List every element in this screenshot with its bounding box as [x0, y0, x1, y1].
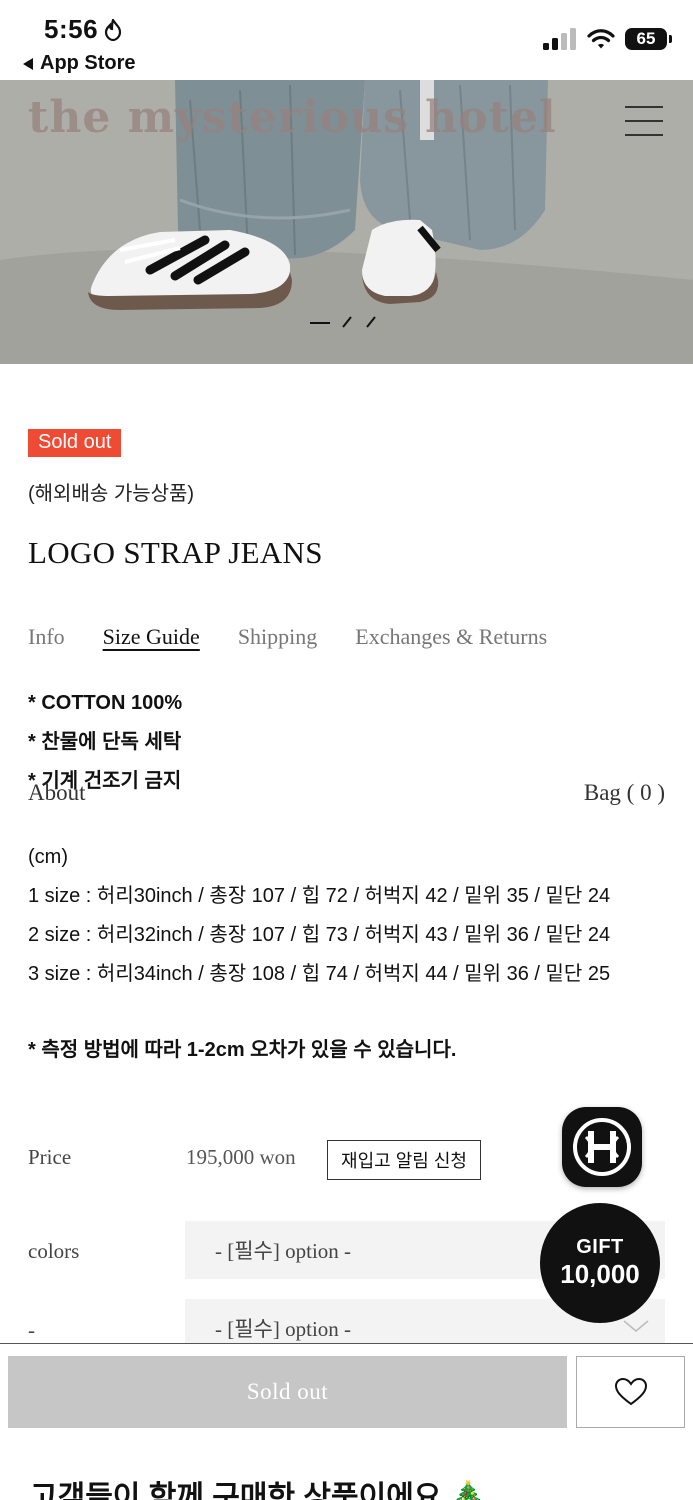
- gift-title: GIFT: [576, 1236, 624, 1258]
- slider-indicator[interactable]: [310, 316, 378, 328]
- size-row: 3 size : 허리34inch / 총장 108 / 힙 74 / 허벅지 …: [28, 963, 611, 985]
- back-label: App Store: [40, 52, 136, 74]
- overlay-nav: About Bag ( 0 ): [28, 780, 665, 806]
- tab-exchanges-returns[interactable]: Exchanges & Returns: [355, 624, 547, 650]
- wifi-icon: [587, 29, 615, 49]
- product-tabs: Info Size Guide Shipping Exchanges & Ret…: [28, 624, 547, 650]
- back-to-app-store[interactable]: App Store: [22, 52, 136, 75]
- tab-size-guide[interactable]: Size Guide: [103, 624, 200, 650]
- back-triangle-icon: [23, 57, 33, 70]
- hero-image[interactable]: the mysterious hotel: [0, 80, 693, 364]
- second-select-value: - [필수] option -: [215, 1317, 352, 1341]
- size-guide-table: (cm) 1 size : 허리30inch / 총장 107 / 힙 72 /…: [28, 838, 610, 994]
- battery-icon: 65: [625, 28, 672, 50]
- hotspot-icon: [104, 18, 122, 41]
- bottom-purchase-bar: Sold out 고객들이 함께 구매한 상품이에요 🎄: [0, 1343, 693, 1500]
- size-unit: (cm): [28, 846, 68, 868]
- brand-logo-icon: [573, 1118, 631, 1176]
- description-line: * COTTON 100%: [28, 692, 183, 714]
- measurement-note: * 측정 방법에 따라 1-2cm 오차가 있을 수 있습니다.: [28, 1039, 457, 1061]
- status-indicators: 65: [543, 28, 672, 50]
- hamburger-icon[interactable]: [625, 106, 663, 136]
- recommendation-heading: 고객들이 함께 구매한 상품이에요 🎄: [30, 1481, 488, 1500]
- heart-icon: [614, 1377, 647, 1406]
- status-time: 5:56: [44, 14, 122, 45]
- tab-info[interactable]: Info: [28, 624, 65, 650]
- battery-level: 65: [636, 29, 656, 48]
- brand-app-button[interactable]: [562, 1107, 642, 1187]
- sold-out-badge: Sold out: [28, 429, 122, 457]
- wishlist-button[interactable]: [576, 1356, 685, 1428]
- sold-out-button[interactable]: Sold out: [8, 1356, 567, 1428]
- colors-select-value: - [필수] option -: [215, 1239, 352, 1263]
- overseas-shipping-note: (해외배송 가능상품): [28, 483, 195, 505]
- brand-logo[interactable]: the mysterious hotel: [28, 92, 557, 143]
- gift-amount: 10,000: [560, 1259, 640, 1289]
- chevron-down-icon: [623, 1320, 649, 1332]
- product-title: LOGO STRAP JEANS: [28, 535, 323, 570]
- status-bar: 5:56 App Store 65: [0, 0, 693, 80]
- tab-shipping[interactable]: Shipping: [238, 624, 317, 650]
- restock-alert-button[interactable]: 재입고 알림 신청: [327, 1140, 481, 1180]
- about-link[interactable]: About: [28, 780, 86, 806]
- second-option-label: -: [28, 1318, 35, 1342]
- slide-dot[interactable]: [364, 316, 378, 328]
- gift-coupon-button[interactable]: GIFT 10,000: [540, 1203, 660, 1323]
- colors-label: colors: [28, 1239, 80, 1263]
- signal-icon: [543, 28, 576, 50]
- size-row: 1 size : 허리30inch / 총장 107 / 힙 72 / 허벅지 …: [28, 885, 611, 907]
- description-line: * 찬물에 단독 세탁: [28, 731, 182, 753]
- price-label: Price: [28, 1145, 72, 1169]
- bag-link[interactable]: Bag ( 0 ): [584, 780, 665, 806]
- slide-dot[interactable]: [340, 316, 354, 328]
- size-row: 2 size : 허리32inch / 총장 107 / 힙 73 / 허벅지 …: [28, 924, 611, 946]
- slide-dot-active[interactable]: [310, 317, 330, 327]
- time-text: 5:56: [44, 14, 99, 44]
- price-value: 195,000 won: [186, 1145, 296, 1169]
